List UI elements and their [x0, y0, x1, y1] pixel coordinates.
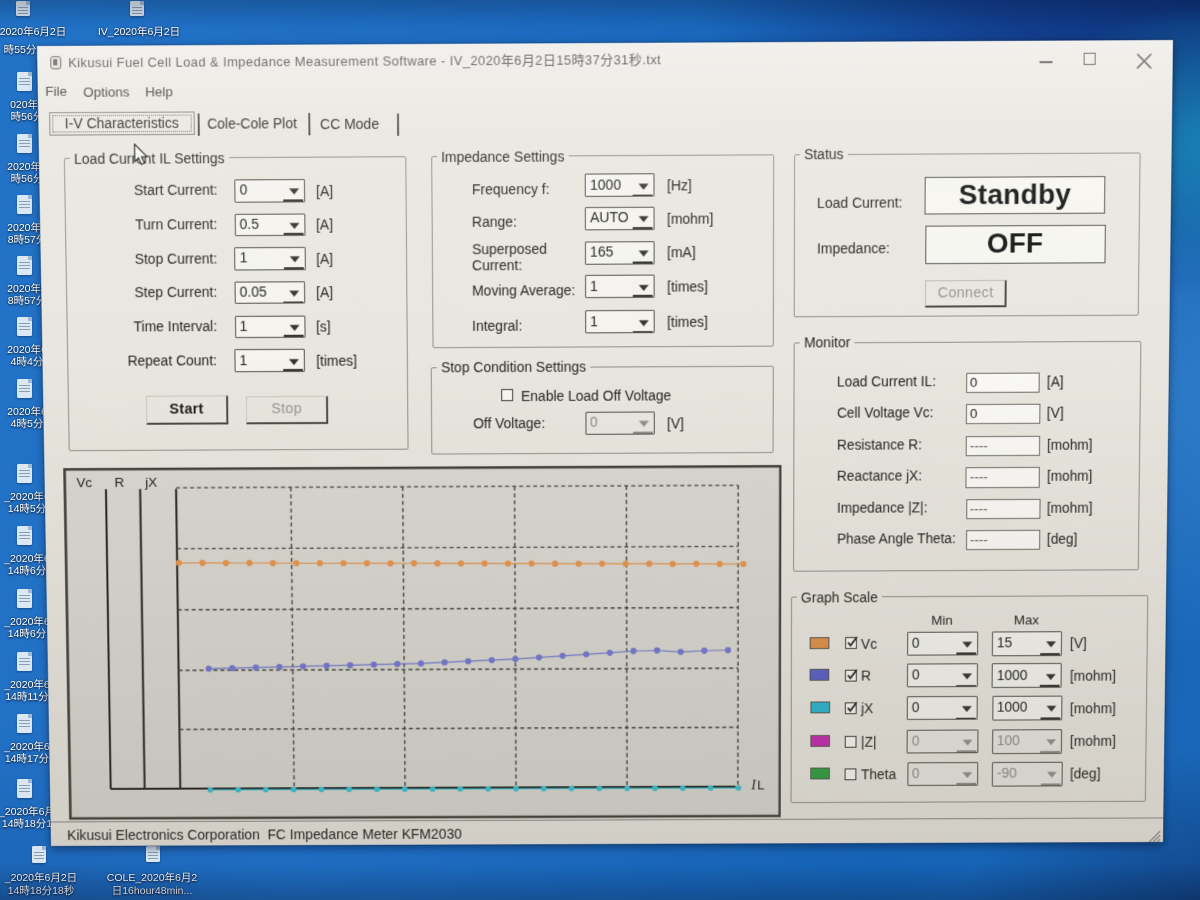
svg-text:jX: jX: [144, 474, 157, 490]
svg-text:R: R: [114, 474, 124, 490]
svg-text:Vc: Vc: [76, 474, 92, 490]
svg-text:L: L: [757, 778, 764, 793]
